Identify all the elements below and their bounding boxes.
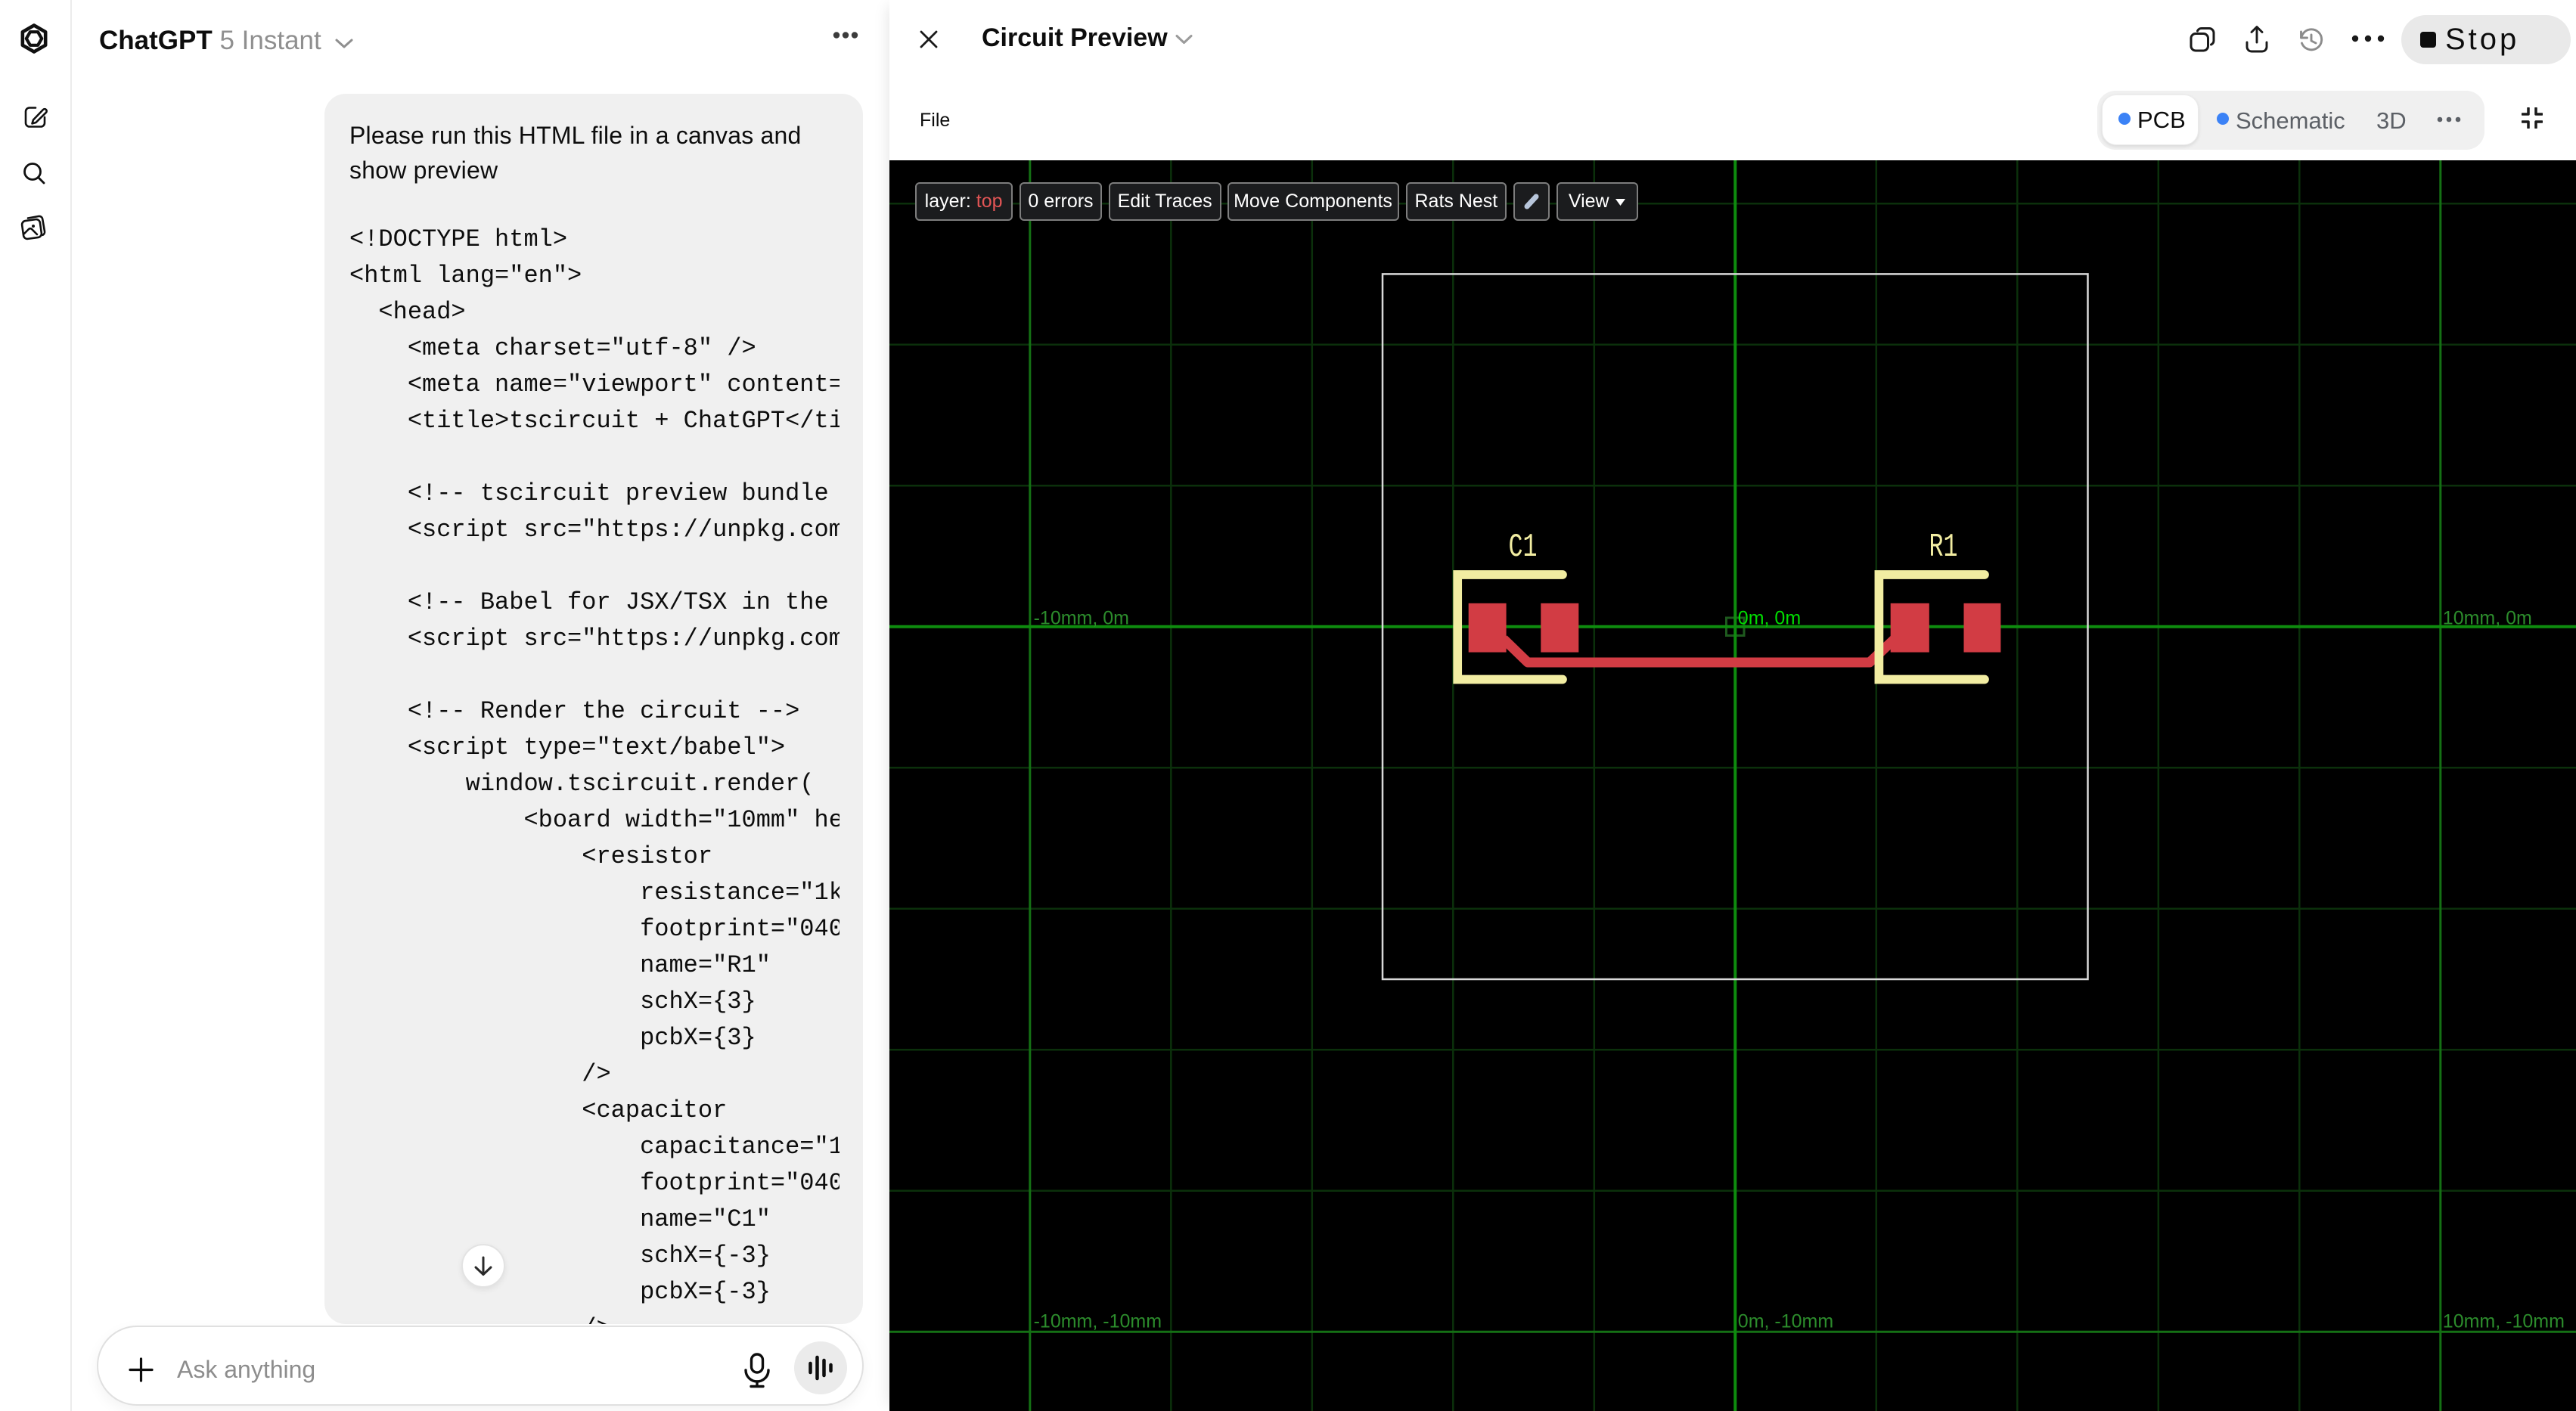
svg-text:-10mm, -10mm: -10mm, -10mm	[1034, 1311, 1162, 1332]
svg-text:R1: R1	[1929, 529, 1958, 566]
svg-text:0m, 0m: 0m, 0m	[1738, 608, 1801, 629]
svg-text:10mm, 0m: 10mm, 0m	[2443, 608, 2532, 629]
svg-text:C1: C1	[1509, 529, 1538, 566]
svg-text:-10mm, 0m: -10mm, 0m	[1034, 608, 1129, 629]
svg-text:10mm, -10mm: 10mm, -10mm	[2443, 1311, 2565, 1332]
svg-text:0m, -10mm: 0m, -10mm	[1738, 1311, 1833, 1332]
